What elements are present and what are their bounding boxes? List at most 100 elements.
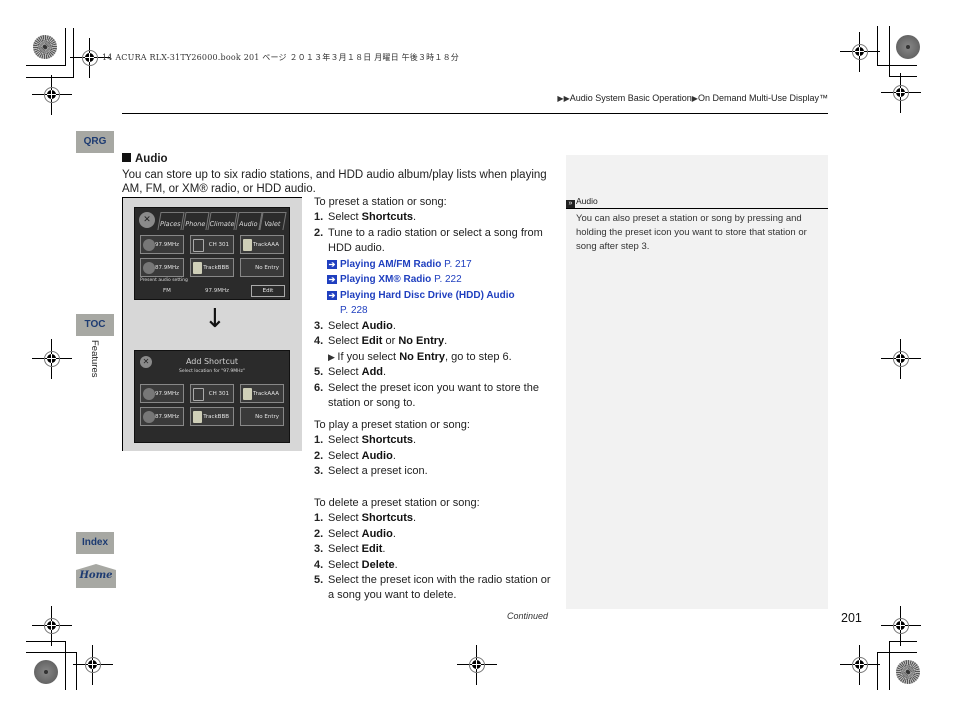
section-heading: Audio bbox=[122, 153, 168, 165]
preset-instructions: To preset a station or song: 1. Select Sh… bbox=[314, 195, 554, 411]
home-tab[interactable]: Home bbox=[76, 564, 116, 588]
hdd-icon bbox=[193, 262, 202, 274]
step-note: ▶ If you select No Entry, go to step 6. bbox=[328, 350, 512, 363]
screen-subtitle: Select location for "97.9MHz" bbox=[178, 369, 245, 374]
step: 3. Select Edit. bbox=[314, 543, 386, 556]
step: 4. Select Delete. bbox=[314, 558, 398, 571]
preset-cell: CH 301 bbox=[190, 384, 234, 403]
print-metadata: 14 ACURA RLX-31TY26000.book 201 ページ ２０１３… bbox=[102, 53, 459, 62]
section-heading-text: Audio bbox=[135, 153, 168, 165]
crosshair-icon bbox=[881, 339, 921, 379]
close-icon: ✕ bbox=[139, 212, 155, 228]
crop-mark bbox=[889, 641, 917, 642]
preset-cell: TrackAAA bbox=[240, 235, 284, 254]
screen-title: Add Shortcut bbox=[185, 357, 239, 366]
preset-band: FM bbox=[163, 288, 171, 294]
crop-mark bbox=[26, 641, 66, 642]
preset-intro: To preset a station or song: bbox=[314, 196, 447, 208]
crosshair-icon bbox=[881, 606, 921, 646]
breadcrumb-item[interactable]: On Demand Multi-Use Display™ bbox=[698, 93, 828, 103]
page-number: 201 bbox=[841, 611, 862, 625]
crosshair-icon bbox=[73, 645, 113, 685]
link-arrow-icon: ➔ bbox=[327, 259, 337, 269]
screen-tab: Audio bbox=[234, 212, 262, 230]
section-intro: You can store up to six radio stations, … bbox=[122, 169, 547, 195]
note-text: You can also preset a station or song by… bbox=[576, 213, 807, 252]
preset-cell: CH 301 bbox=[190, 235, 234, 254]
cross-reference-link[interactable]: ➔ Playing Hard Disc Drive (HDD) Audio P. 2… bbox=[314, 288, 554, 319]
step: 3. Select Audio. bbox=[314, 320, 396, 332]
radio-icon bbox=[143, 239, 155, 251]
preset-cell: TrackAAA bbox=[240, 384, 284, 403]
step: 3. Select a preset icon. bbox=[314, 465, 428, 478]
registration-target-icon bbox=[34, 660, 58, 684]
cross-reference-link[interactable]: ➔ Playing AM/FM Radio P. 217 bbox=[314, 257, 554, 273]
screen-tab: Climate bbox=[206, 212, 238, 230]
crop-mark bbox=[889, 641, 890, 690]
hdd-icon bbox=[243, 239, 252, 251]
toc-tab[interactable]: TOC bbox=[76, 314, 114, 336]
crosshair-icon bbox=[32, 606, 72, 646]
breadcrumb-item[interactable]: Audio System Basic Operation bbox=[570, 93, 692, 103]
step: 5. Select Add. bbox=[314, 366, 387, 379]
hdd-icon bbox=[243, 388, 252, 400]
crosshair-icon bbox=[840, 645, 880, 685]
add-shortcut-screen: ✕ Add Shortcut Select location for "97.9… bbox=[134, 350, 290, 443]
preset-cell: 97.9MHz bbox=[140, 384, 184, 403]
play-instructions: To play a preset station or song: 1. Sele… bbox=[314, 418, 554, 480]
note-rule bbox=[566, 208, 828, 209]
continued-label: Continued bbox=[507, 611, 549, 621]
screen-tab: Phone bbox=[182, 212, 210, 230]
link-arrow-icon: ➔ bbox=[327, 290, 337, 300]
header-rule bbox=[122, 113, 828, 114]
preset-cell: TrackBBB bbox=[190, 407, 234, 426]
delete-instructions: To delete a preset station or song: 1. Se… bbox=[314, 496, 554, 604]
screen-illustration: ✕ Places Phone Climate Audio Valet 97.9M… bbox=[122, 197, 302, 451]
note-marker-icon: » bbox=[566, 200, 575, 208]
registration-target-icon bbox=[896, 660, 920, 684]
crop-mark bbox=[65, 641, 66, 690]
play-intro: To play a preset station or song: bbox=[314, 419, 470, 431]
shortcuts-screen: ✕ Places Phone Climate Audio Valet 97.9M… bbox=[134, 207, 290, 300]
preset-cell: 87.9MHz bbox=[140, 258, 184, 277]
screen-tab: Places bbox=[157, 212, 185, 230]
radio-icon bbox=[143, 411, 155, 423]
qrg-tab[interactable]: QRG bbox=[76, 131, 114, 153]
preset-frequency: 97.9MHz bbox=[205, 288, 230, 294]
registration-target-icon bbox=[896, 35, 920, 59]
step: 6. Select the preset icon you want to sto… bbox=[314, 381, 539, 410]
radio-icon bbox=[143, 388, 155, 400]
double-triangle-icon: ▶▶ bbox=[557, 94, 570, 103]
link-arrow-icon: ➔ bbox=[327, 275, 337, 285]
step: 1. Select Shortcuts. bbox=[314, 434, 417, 447]
home-label: Home bbox=[79, 570, 113, 581]
screen-tabs: ✕ Places Phone Climate Audio Valet bbox=[139, 212, 287, 230]
cross-reference-link[interactable]: ➔ Playing XM® Radio P. 222 bbox=[314, 272, 554, 288]
preset-cell: 87.9MHz bbox=[140, 407, 184, 426]
crop-mark bbox=[26, 652, 77, 653]
preset-cell: 97.9MHz bbox=[140, 235, 184, 254]
step: 2. Select Audio. bbox=[314, 449, 396, 462]
step: 2. Tune to a radio station or select a so… bbox=[314, 226, 543, 255]
crop-mark bbox=[26, 65, 66, 66]
square-bullet-icon bbox=[122, 153, 131, 162]
delete-intro: To delete a preset station or song: bbox=[314, 497, 480, 509]
preset-cell: No Entry bbox=[240, 258, 284, 277]
crosshair-icon bbox=[32, 75, 72, 115]
screen-tab: Valet bbox=[259, 212, 287, 230]
registration-target-icon bbox=[33, 35, 57, 59]
step: 2. Select Audio. bbox=[314, 527, 396, 540]
crosshair-icon bbox=[32, 339, 72, 379]
edit-button: Edit bbox=[251, 285, 285, 297]
crop-mark bbox=[65, 28, 66, 65]
crop-mark bbox=[877, 652, 917, 653]
breadcrumb: ▶▶Audio System Basic Operation▶On Demand… bbox=[557, 93, 828, 103]
radio-icon bbox=[143, 262, 155, 274]
down-arrow-icon: ↓ bbox=[204, 304, 226, 334]
xm-icon bbox=[193, 388, 204, 401]
index-tab[interactable]: Index bbox=[76, 532, 114, 554]
triangle-icon: ▶ bbox=[328, 351, 338, 362]
preset-label: Present audio setting bbox=[140, 278, 188, 283]
xm-icon bbox=[193, 239, 204, 252]
step: 5. Select the preset icon with the radio … bbox=[314, 574, 551, 602]
